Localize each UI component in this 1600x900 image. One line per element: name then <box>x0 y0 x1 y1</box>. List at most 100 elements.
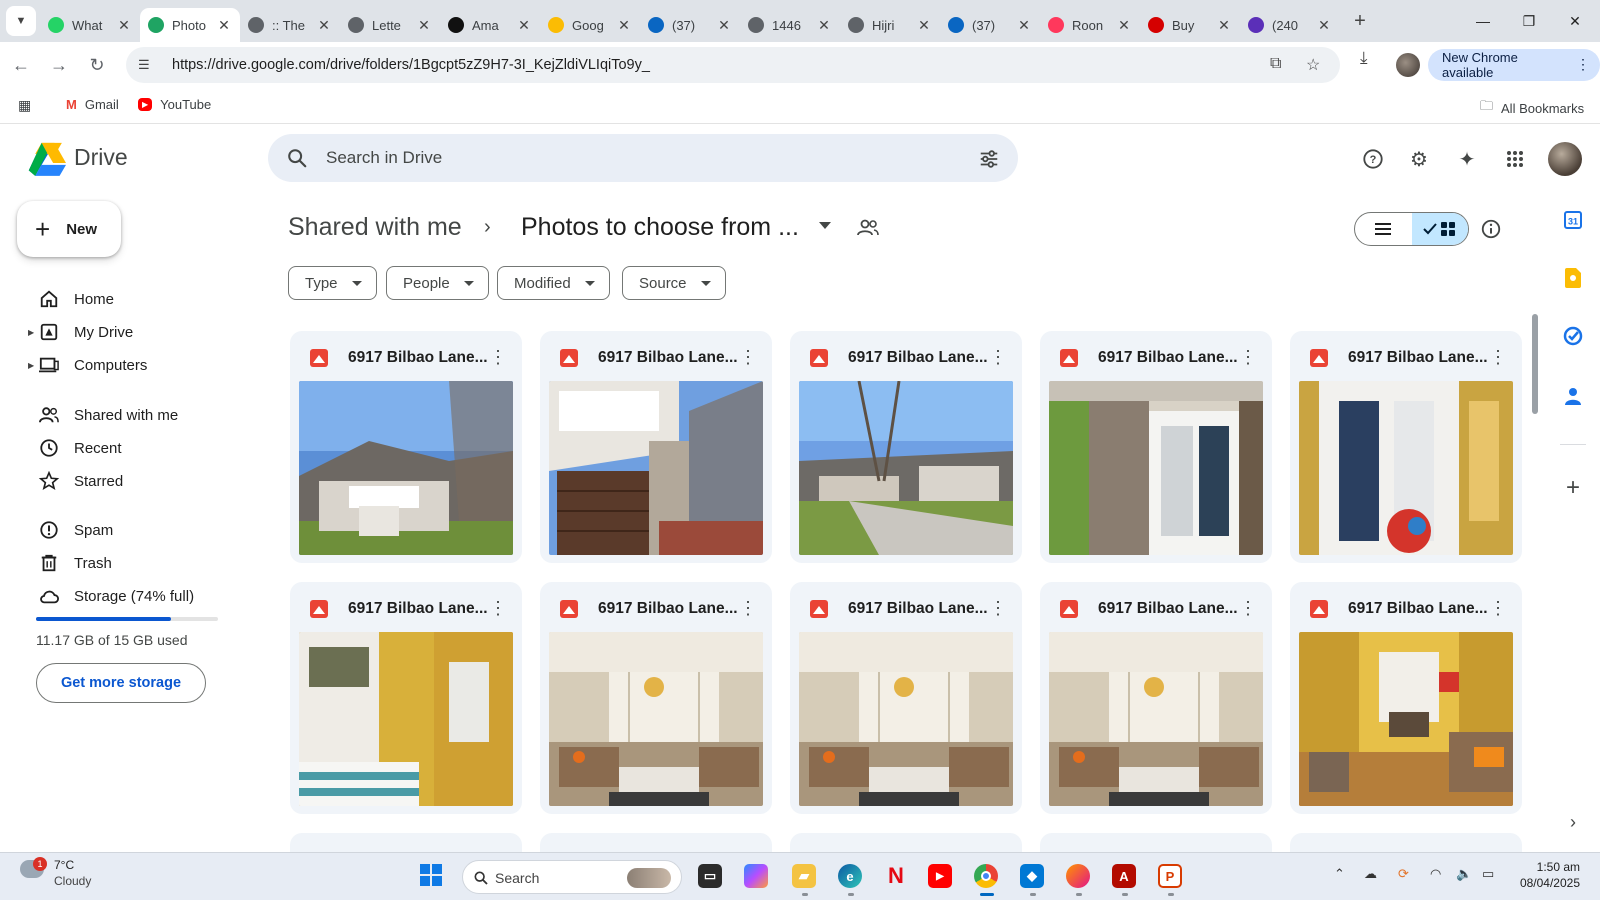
sidebar-item-computers[interactable]: ▶ Computers <box>28 351 147 379</box>
expand-arrow-icon[interactable]: ▶ <box>28 361 38 370</box>
file-thumbnail[interactable] <box>799 381 1013 555</box>
bookmark-youtube[interactable]: ▶ YouTube <box>138 97 211 112</box>
close-tab-icon[interactable]: ✕ <box>316 17 332 34</box>
close-tab-icon[interactable]: ✕ <box>1016 17 1032 34</box>
browser-tab[interactable]: Photo ✕ <box>140 8 240 42</box>
taskbar-search[interactable]: Search <box>462 860 682 894</box>
battery-icon[interactable]: ▭ <box>1482 866 1494 882</box>
chrome-icon[interactable] <box>974 864 998 888</box>
download-icon[interactable]: ⤓ <box>1360 48 1368 68</box>
more-actions-icon[interactable]: ⋮ <box>738 598 758 618</box>
breadcrumb-shared-with-me[interactable]: Shared with me <box>288 213 462 242</box>
clock-date[interactable]: 08/04/2025 <box>1510 876 1580 890</box>
sidebar-item-starred[interactable]: Starred <box>28 467 123 495</box>
help-icon[interactable]: ? <box>1360 146 1386 172</box>
filter-modified[interactable]: Modified <box>497 266 610 300</box>
file-card-partial[interactable] <box>290 833 522 852</box>
close-tab-icon[interactable]: ✕ <box>716 17 732 34</box>
file-card[interactable]: 6917 Bilbao Lane... ⋮ <box>790 582 1022 814</box>
file-card-partial[interactable] <box>1290 833 1522 852</box>
tab-search-button[interactable]: ▼ <box>6 6 36 36</box>
address-bar[interactable]: ☰ https://drive.google.com/drive/folders… <box>126 47 1340 83</box>
file-card-partial[interactable] <box>790 833 1022 852</box>
search-icon[interactable] <box>286 147 308 169</box>
forward-button[interactable]: → <box>42 48 76 82</box>
close-tab-icon[interactable]: ✕ <box>216 17 232 34</box>
browser-tab[interactable]: :: The ✕ <box>240 8 340 42</box>
grid-view-button[interactable] <box>1411 213 1468 245</box>
task-view-icon[interactable]: ▭ <box>698 864 722 888</box>
file-thumbnail[interactable] <box>299 632 513 806</box>
youtube-app-icon[interactable]: ▶ <box>928 864 952 888</box>
sidebar-item-recent[interactable]: Recent <box>28 434 122 462</box>
wifi-icon[interactable]: ◠ <box>1430 866 1441 882</box>
file-card[interactable]: 6917 Bilbao Lane... ⋮ <box>290 582 522 814</box>
google-apps-icon[interactable] <box>1502 146 1528 172</box>
browser-tab[interactable]: Roon ✕ <box>1040 8 1140 42</box>
clock-time[interactable]: 1:50 am <box>1520 860 1580 874</box>
browser-tab[interactable]: What ✕ <box>40 8 140 42</box>
file-card-partial[interactable] <box>540 833 772 852</box>
sidebar-item-my-drive[interactable]: ▶ My Drive <box>28 318 133 346</box>
sidebar-item-spam[interactable]: Spam <box>28 516 113 544</box>
new-chrome-button[interactable]: New Chrome available ⋮ <box>1428 49 1600 81</box>
close-tab-icon[interactable]: ✕ <box>1116 17 1132 34</box>
more-actions-icon[interactable]: ⋮ <box>988 598 1008 618</box>
file-card[interactable]: 6917 Bilbao Lane... ⋮ <box>1040 331 1272 563</box>
file-card[interactable]: 6917 Bilbao Lane... ⋮ <box>790 331 1022 563</box>
powerpoint-icon[interactable]: P <box>1158 864 1182 888</box>
google-drive-logo[interactable] <box>26 140 66 176</box>
browser-tab[interactable]: Ama ✕ <box>440 8 540 42</box>
folder-dropdown-icon[interactable] <box>818 221 832 231</box>
file-thumbnail[interactable] <box>799 632 1013 806</box>
search-bar[interactable]: Search in Drive <box>268 134 1018 182</box>
browser-tab[interactable]: (37) ✕ <box>640 8 740 42</box>
close-tab-icon[interactable]: ✕ <box>416 17 432 34</box>
restore-button[interactable]: ❐ <box>1506 0 1552 42</box>
gemini-sparkle-icon[interactable]: ✦ <box>1454 146 1480 172</box>
get-more-storage-button[interactable]: Get more storage <box>36 663 206 703</box>
list-view-button[interactable] <box>1355 213 1412 245</box>
filter-source[interactable]: Source <box>622 266 726 300</box>
close-tab-icon[interactable]: ✕ <box>916 17 932 34</box>
close-tab-icon[interactable]: ✕ <box>116 17 132 34</box>
apps-button[interactable]: ▦ <box>18 97 31 114</box>
file-card[interactable]: 6917 Bilbao Lane... ⋮ <box>1290 331 1522 563</box>
chevron-right-icon[interactable]: › <box>1563 812 1583 832</box>
file-card[interactable]: 6917 Bilbao Lane... ⋮ <box>540 582 772 814</box>
onedrive-icon[interactable]: ☁ <box>1364 866 1377 882</box>
bookmark-star-icon[interactable]: ☆ <box>1306 55 1320 75</box>
file-card[interactable]: 6917 Bilbao Lane... ⋮ <box>290 331 522 563</box>
firefox-icon[interactable] <box>1066 864 1090 888</box>
filter-type[interactable]: Type <box>288 266 377 300</box>
file-thumbnail[interactable] <box>299 381 513 555</box>
more-actions-icon[interactable]: ⋮ <box>1488 598 1508 618</box>
main-scrollbar[interactable] <box>1532 314 1538 414</box>
file-thumbnail[interactable] <box>1049 381 1263 555</box>
settings-gear-icon[interactable]: ⚙ <box>1406 146 1432 172</box>
browser-tab[interactable]: (37) ✕ <box>940 8 1040 42</box>
add-addon-icon[interactable]: + <box>1563 474 1583 501</box>
new-button[interactable]: + New <box>17 201 121 257</box>
sidebar-item-shared-with-me[interactable]: Shared with me <box>28 401 178 429</box>
breadcrumb-current-folder[interactable]: Photos to choose from ... <box>521 213 799 242</box>
install-app-icon[interactable]: ⧉ <box>1270 55 1281 73</box>
windows-start-icon[interactable] <box>420 864 442 886</box>
expand-arrow-icon[interactable]: ▶ <box>28 328 38 337</box>
close-tab-icon[interactable]: ✕ <box>616 17 632 34</box>
chrome-profile-avatar[interactable] <box>1396 53 1420 77</box>
volume-icon[interactable]: 🔈 <box>1456 866 1472 882</box>
search-input[interactable]: Search in Drive <box>326 148 442 168</box>
file-thumbnail[interactable] <box>549 381 763 555</box>
browser-tab[interactable]: 1446 ✕ <box>740 8 840 42</box>
search-options-icon[interactable] <box>978 148 1000 170</box>
site-info-icon[interactable]: ☰ <box>138 57 162 73</box>
file-thumbnail[interactable] <box>1299 632 1513 806</box>
more-actions-icon[interactable]: ⋮ <box>1488 347 1508 367</box>
file-card[interactable]: 6917 Bilbao Lane... ⋮ <box>1040 582 1272 814</box>
browser-tab[interactable]: Goog ✕ <box>540 8 640 42</box>
netflix-icon[interactable]: N <box>884 863 908 888</box>
tasks-icon[interactable] <box>1563 326 1583 346</box>
store-app-icon[interactable]: ◆ <box>1020 864 1044 888</box>
acrobat-icon[interactable]: A <box>1112 864 1136 888</box>
